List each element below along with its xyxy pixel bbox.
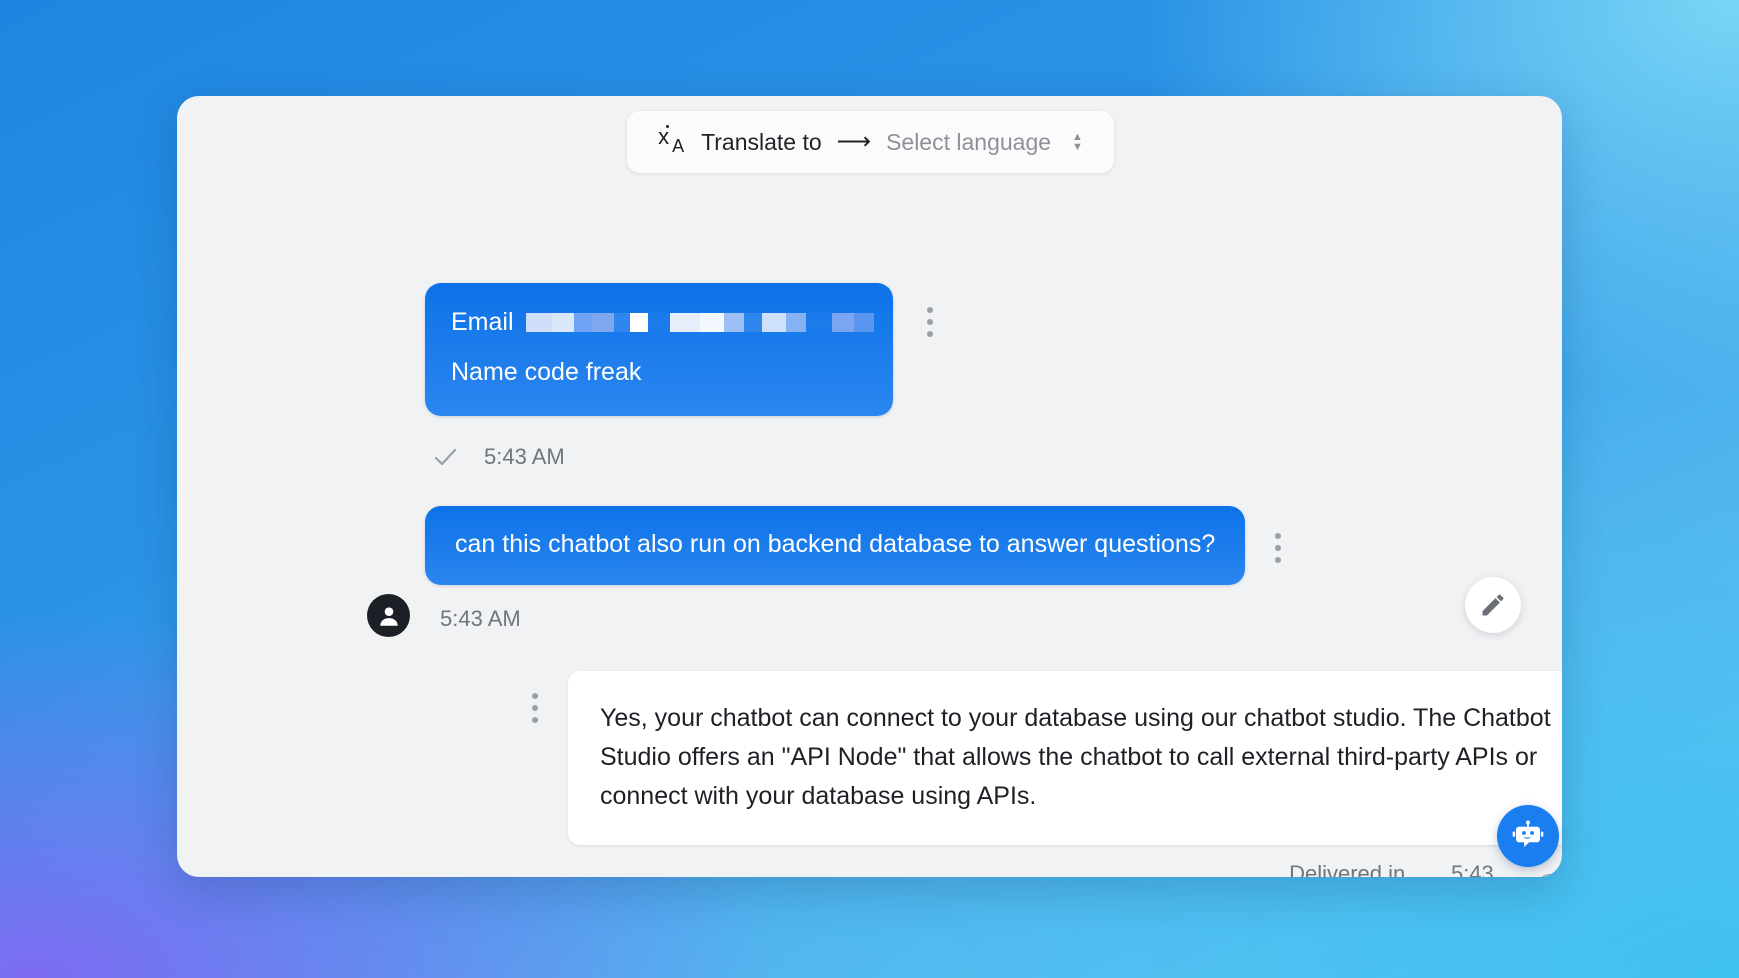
redacted-email-value <box>525 313 874 333</box>
chevron-updown-icon[interactable]: ▲ ▼ <box>1072 132 1083 153</box>
email-field-row: Email <box>451 308 874 337</box>
user-avatar <box>367 594 410 637</box>
single-check-icon <box>434 448 457 466</box>
email-label: Email <box>451 308 514 336</box>
delivery-text: Delivered in chat <box>1289 861 1406 877</box>
edit-button[interactable] <box>1465 577 1521 633</box>
pencil-icon <box>1482 594 1504 616</box>
chatbot-button[interactable] <box>1497 805 1559 867</box>
user-message-bubble-2: can this chatbot also run on backend dat… <box>425 506 1246 586</box>
user-avatar-icon <box>379 606 398 626</box>
message-row-2: can this chatbot also run on backend dat… <box>425 506 1282 586</box>
name-field-row: Name code freak <box>451 357 642 386</box>
more-vertical-icon-message-2[interactable] <box>1275 533 1282 563</box>
arrow-right-icon: ⟶ <box>836 128 872 155</box>
message-row-3: Yes, your chatbot can connect to your da… <box>532 671 1562 846</box>
message-1-time: 5:43 AM <box>484 444 565 469</box>
message-2-meta: 5:43 AM <box>440 606 521 632</box>
info-icon[interactable]: i <box>1537 873 1562 877</box>
translate-icon: x A <box>658 124 685 156</box>
more-vertical-icon-message-1[interactable] <box>927 307 933 337</box>
message-2-time: 5:43 AM <box>440 606 521 631</box>
user-message-bubble-1: Email Name code freak <box>425 283 893 416</box>
translate-bar[interactable]: x A Translate to ⟶ Select language ▲ ▼ <box>627 111 1114 173</box>
translate-label: Translate to <box>701 128 822 155</box>
more-vertical-icon-message-3[interactable] <box>532 693 538 723</box>
message-row-1: Email Name code freak <box>425 283 933 416</box>
message-1-meta: 5:43 AM <box>433 444 565 470</box>
robot-icon <box>1512 820 1544 847</box>
bot-message-bubble: Yes, your chatbot can connect to your da… <box>568 671 1562 846</box>
language-select-value[interactable]: Select language <box>886 129 1051 156</box>
chat-window: x A Translate to ⟶ Select language ▲ ▼ Em… <box>177 96 1562 877</box>
